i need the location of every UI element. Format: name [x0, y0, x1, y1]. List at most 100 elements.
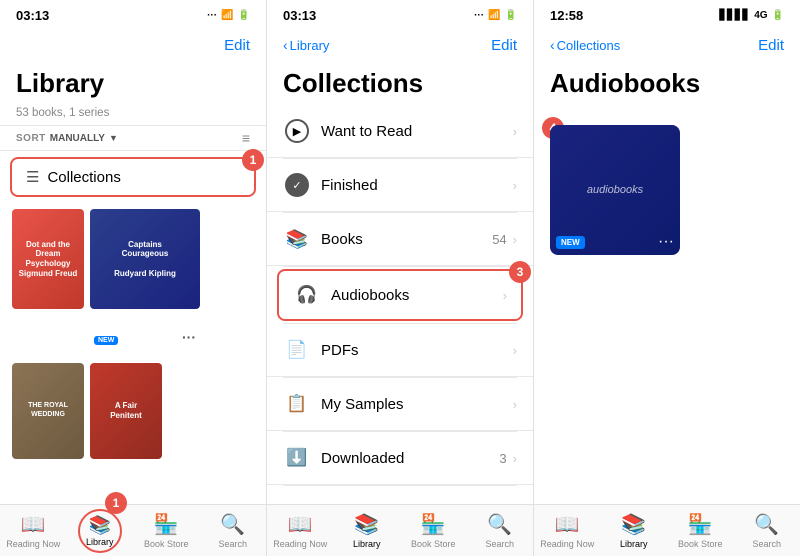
- my-samples-item[interactable]: 📋 My Samples ›: [267, 378, 533, 431]
- my-samples-chevron-icon: ›: [513, 397, 517, 412]
- step-badge-1: 1: [242, 149, 264, 171]
- book-title-freud: Dot and theDreamPsychologySigmund Freud: [15, 236, 82, 282]
- tab-search-1[interactable]: 🔍 Search: [200, 505, 267, 556]
- tab-library-1[interactable]: 📚 Library 1: [67, 505, 134, 556]
- tab-search-3[interactable]: 🔍 Search: [734, 505, 800, 556]
- tab-label-search-3: Search: [752, 539, 781, 549]
- collections-list: ▶ Want to Read › ✓ Finished › 📚 Books 54…: [267, 105, 533, 504]
- audiobooks-panel: 12:58 ▋▋▋▋ 4G 🔋 ‹ Collections Edit Audio…: [534, 0, 800, 556]
- battery-icon-3: 🔋: [772, 10, 784, 21]
- signal-bars-icon: ▋▋▋▋: [719, 10, 750, 21]
- battery-icon-1: 🔋: [238, 10, 250, 21]
- book-cover-royal-wedding[interactable]: THE ROYALWEDDING: [12, 363, 84, 459]
- more-dots-courageous[interactable]: ···: [182, 329, 196, 345]
- step-badge-3: 3: [509, 261, 531, 283]
- audiobook-cover[interactable]: audiobooks NEW ···: [550, 125, 680, 255]
- status-icons-2: ··· 📶 🔋: [474, 10, 517, 21]
- tab-library-3[interactable]: 📚 Library: [601, 505, 668, 556]
- wifi-icon-2: 📶: [488, 10, 500, 21]
- new-collection-item[interactable]: ＋ New Collection...: [267, 486, 533, 504]
- status-time-3: 12:58: [550, 8, 583, 23]
- tab-bar-1: 📖 Reading Now 📚 Library 1 🏪 Book Store 🔍…: [0, 504, 266, 556]
- pdfs-chevron-icon: ›: [513, 343, 517, 358]
- tab-bookstore-1[interactable]: 🏪 Book Store: [133, 505, 200, 556]
- book-title-fair-penitent: A FairPenitent: [106, 397, 146, 424]
- book-title-royal: THE ROYALWEDDING: [24, 398, 72, 423]
- audiobooks-icon: 🎧: [293, 281, 321, 309]
- book-cover-courageous[interactable]: CaptainsCourageousRudyard Kipling: [90, 209, 200, 309]
- status-bar-1: 03:13 ··· 📶 🔋: [0, 0, 266, 28]
- want-to-read-item[interactable]: ▶ Want to Read ›: [267, 105, 533, 158]
- status-icons-3: ▋▋▋▋ 4G 🔋: [719, 10, 784, 21]
- book-row-1: Dot and theDreamPsychologySigmund Freud …: [12, 209, 200, 349]
- tab-reading-now-3[interactable]: 📖 Reading Now: [534, 505, 601, 556]
- back-to-library[interactable]: ‹ Library: [283, 37, 329, 53]
- tab-search-2[interactable]: 🔍 Search: [467, 505, 534, 556]
- pdfs-label: PDFs: [321, 342, 513, 359]
- book-title-courageous: CaptainsCourageousRudyard Kipling: [110, 236, 180, 282]
- tab-label-reading-1: Reading Now: [6, 539, 60, 549]
- tab-library-2[interactable]: 📚 Library: [334, 505, 401, 556]
- wifi-icon-1: 📶: [221, 10, 233, 21]
- bookstore-icon-2: 🏪: [421, 512, 446, 537]
- book-cover-freud[interactable]: Dot and theDreamPsychologySigmund Freud: [12, 209, 84, 309]
- status-time-1: 03:13: [16, 8, 49, 23]
- signal-dots-1: ···: [207, 10, 217, 21]
- status-icons-1: ··· 📶 🔋: [207, 10, 250, 21]
- downloaded-count: 3: [499, 451, 506, 466]
- book-cover-fair-penitent[interactable]: A FairPenitent: [90, 363, 162, 459]
- downloaded-label: Downloaded: [321, 450, 499, 467]
- downloaded-item[interactable]: ⬇️ Downloaded 3 ›: [267, 432, 533, 485]
- status-bar-3: 12:58 ▋▋▋▋ 4G 🔋: [534, 0, 800, 28]
- audiobook-cover-label: audiobooks: [587, 184, 643, 196]
- tab-label-bookstore-2: Book Store: [411, 539, 456, 549]
- plus-icon: ＋: [283, 498, 299, 504]
- step-badge-tab-1: 1: [105, 492, 127, 514]
- audiobook-cover-container: 4 audiobooks NEW ···: [534, 105, 800, 275]
- audiobooks-item[interactable]: 🎧 Audiobooks › 3: [277, 269, 523, 321]
- collections-item[interactable]: ☰ Collections 1: [10, 157, 256, 197]
- edit-button-1[interactable]: Edit: [224, 37, 250, 54]
- library-icon-2: 📚: [354, 512, 379, 537]
- back-to-collections[interactable]: ‹ Collections: [550, 37, 620, 53]
- edit-button-2[interactable]: Edit: [491, 37, 517, 54]
- tab-reading-now-2[interactable]: 📖 Reading Now: [267, 505, 334, 556]
- sort-label: SORT: [16, 133, 46, 144]
- books-item[interactable]: 📚 Books 54 ›: [267, 213, 533, 266]
- collections-icon: ☰: [26, 168, 39, 186]
- audiobook-cover-wrapper: 4 audiobooks NEW ···: [550, 125, 680, 255]
- finished-icon: ✓: [283, 171, 311, 199]
- tab-bookstore-3[interactable]: 🏪 Book Store: [667, 505, 734, 556]
- book-cover-courageous-wrapper: CaptainsCourageousRudyard Kipling NEW ··…: [90, 209, 200, 349]
- sort-value: MANUALLY: [50, 133, 105, 144]
- tab-bookstore-2[interactable]: 🏪 Book Store: [400, 505, 467, 556]
- finished-label: Finished: [321, 177, 513, 194]
- reading-now-icon-1: 📖: [21, 512, 46, 537]
- tab-label-search-1: Search: [218, 539, 247, 549]
- nav-bar-3: ‹ Collections Edit: [534, 28, 800, 64]
- collections-label: Collections: [47, 169, 120, 186]
- books-label: Books: [321, 231, 492, 248]
- edit-button-3[interactable]: Edit: [758, 37, 784, 54]
- audiobook-more-dots[interactable]: ···: [658, 233, 674, 251]
- books-icon: 📚: [283, 225, 311, 253]
- want-to-read-label: Want to Read: [321, 123, 513, 140]
- new-collection-label: New Collection...: [309, 502, 517, 505]
- audiobooks-chevron-icon: ›: [503, 288, 507, 303]
- pdfs-item[interactable]: 📄 PDFs ›: [267, 324, 533, 377]
- books-grid: Dot and theDreamPsychologySigmund Freud …: [0, 203, 266, 504]
- want-to-read-chevron-icon: ›: [513, 124, 517, 139]
- tab-label-bookstore-1: Book Store: [144, 539, 189, 549]
- library-panel: 03:13 ··· 📶 🔋 Edit Library 53 books, 1 s…: [0, 0, 267, 556]
- sort-bar: SORT MANUALLY ▼ ≡: [0, 125, 266, 151]
- finished-item[interactable]: ✓ Finished ›: [267, 159, 533, 212]
- tab-bar-3: 📖 Reading Now 📚 Library 🏪 Book Store 🔍 S…: [534, 504, 800, 556]
- tab-reading-now-1[interactable]: 📖 Reading Now: [0, 505, 67, 556]
- tab-label-bookstore-3: Book Store: [678, 539, 723, 549]
- finished-chevron-icon: ›: [513, 178, 517, 193]
- book-row-2: THE ROYALWEDDING A FairPenitent: [12, 363, 162, 499]
- collections-panel: 03:13 ··· 📶 🔋 ‹ Library Edit Collections…: [267, 0, 534, 556]
- list-view-icon[interactable]: ≡: [242, 130, 250, 146]
- audiobooks-label: Audiobooks: [331, 287, 503, 304]
- tab-bar-2: 📖 Reading Now 📚 Library 🏪 Book Store 🔍 S…: [267, 504, 533, 556]
